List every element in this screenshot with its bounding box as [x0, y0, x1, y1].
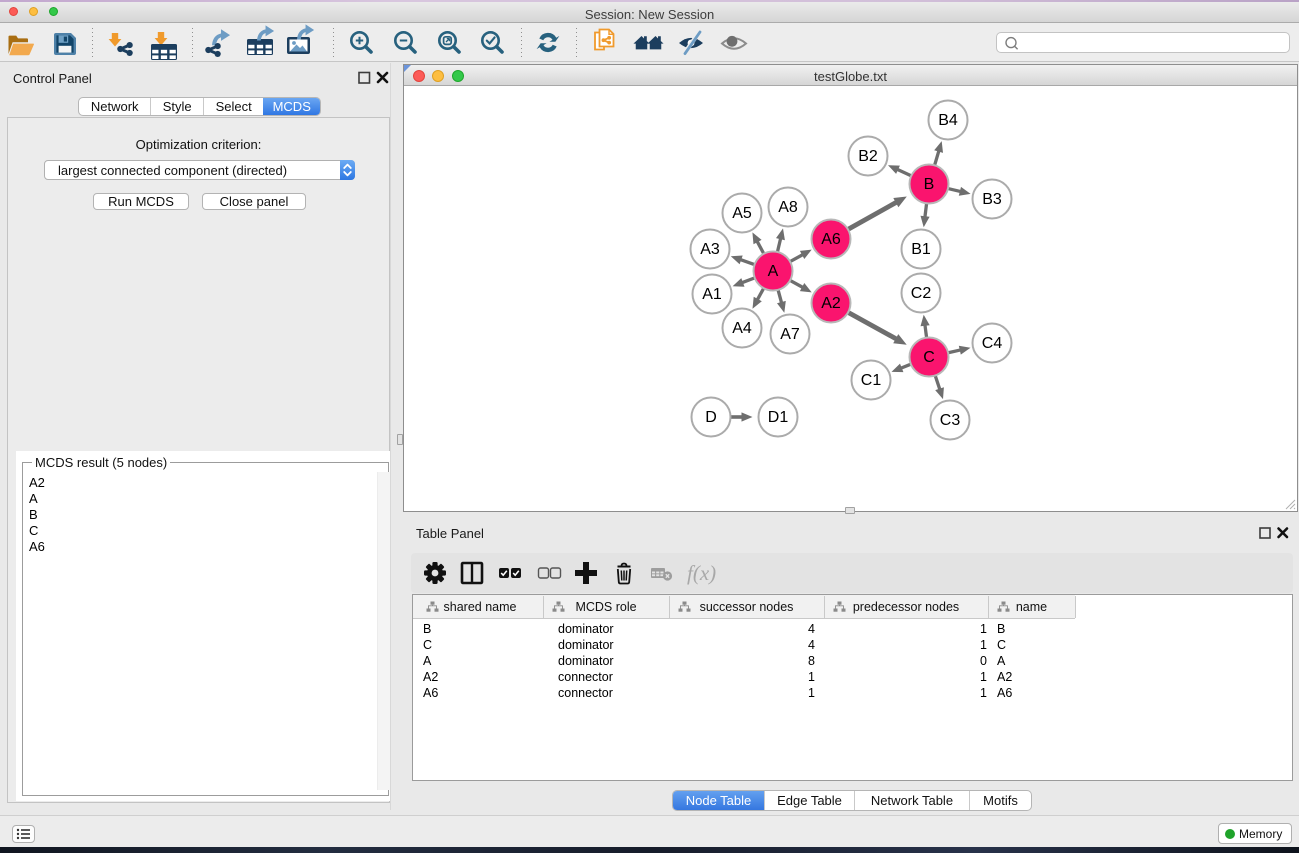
svg-text:A7: A7 — [780, 326, 800, 343]
svg-text:D: D — [705, 409, 717, 426]
svg-text:A2: A2 — [821, 295, 841, 312]
svg-text:B4: B4 — [938, 112, 958, 129]
svg-text:A8: A8 — [778, 199, 798, 216]
svg-text:A: A — [768, 263, 779, 280]
svg-text:A1: A1 — [702, 286, 722, 303]
svg-text:C1: C1 — [861, 372, 882, 389]
svg-text:f(x): f(x) — [687, 561, 716, 585]
svg-text:D1: D1 — [768, 409, 789, 426]
svg-text:A6: A6 — [821, 231, 841, 248]
svg-text:C2: C2 — [911, 285, 932, 302]
svg-text:B: B — [924, 176, 935, 193]
svg-text:B2: B2 — [858, 148, 878, 165]
svg-text:C4: C4 — [982, 335, 1003, 352]
svg-text:A4: A4 — [732, 320, 752, 337]
svg-text:C3: C3 — [940, 412, 961, 429]
svg-text:A3: A3 — [700, 241, 720, 258]
svg-text:B1: B1 — [911, 241, 931, 258]
svg-text:A5: A5 — [732, 205, 752, 222]
svg-text:B3: B3 — [982, 191, 1002, 208]
svg-text:C: C — [923, 349, 935, 366]
